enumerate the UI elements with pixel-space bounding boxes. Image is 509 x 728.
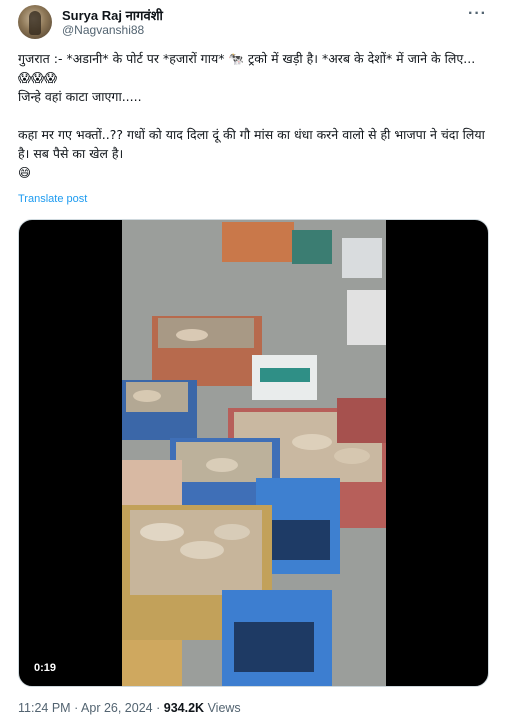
tweet-text: गुजरात :- *अडानी* के पोर्ट पर *हजारों गा… — [18, 51, 485, 180]
more-horizontal-icon[interactable]: ··· — [468, 5, 487, 23]
tweet-meta: 11:24 PM · Apr 26, 2024 · 934.2K Views — [18, 701, 241, 715]
meta-separator-2: · — [156, 701, 161, 715]
translate-post-link[interactable]: Translate post — [18, 193, 87, 205]
views-label: Views — [207, 701, 241, 715]
video-thumbnail — [122, 220, 386, 686]
views-count: 934.2K — [163, 701, 205, 715]
video-player[interactable]: 0:19 — [18, 219, 489, 687]
post-date[interactable]: Apr 26, 2024 — [81, 701, 153, 715]
meta-separator: · — [74, 701, 79, 715]
avatar[interactable] — [18, 5, 52, 39]
post-time[interactable]: 11:24 PM — [18, 701, 71, 715]
author-display-name[interactable]: Surya Raj नागवंशी — [62, 6, 163, 24]
author-handle[interactable]: @Nagvanshi88 — [62, 23, 144, 37]
tweet-card: Surya Raj नागवंशी @Nagvanshi88 ··· गुजरा… — [0, 0, 509, 728]
video-duration: 0:19 — [29, 660, 62, 676]
